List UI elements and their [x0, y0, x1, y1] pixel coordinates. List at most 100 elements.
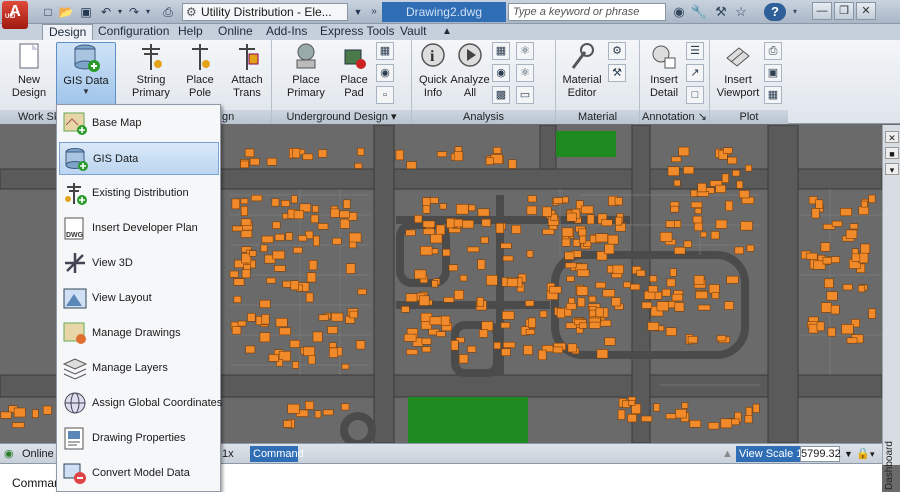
tool-small-2-icon[interactable]: ◉	[376, 64, 394, 82]
menu-item-insert-developer-plan[interactable]: DWG Insert Developer Plan	[59, 212, 219, 245]
place-pad-button[interactable]: Place Pad	[336, 42, 372, 108]
material-editor-button[interactable]: Material Editor	[560, 42, 604, 108]
plot-tool-2-icon[interactable]: ▣	[764, 64, 782, 82]
binoculars-icon[interactable]: ◉	[670, 3, 688, 21]
plot-tool-3-icon[interactable]: ▦	[764, 86, 782, 104]
palette-menu-icon[interactable]: ▾	[885, 163, 899, 175]
building	[422, 205, 431, 214]
building	[673, 220, 682, 228]
online-status[interactable]: Online	[22, 447, 54, 462]
tab-online[interactable]: Online	[212, 24, 259, 40]
dashboard-label[interactable]: Dashboard	[884, 430, 898, 490]
help-icon[interactable]: ?	[764, 3, 786, 21]
analyze-all-button[interactable]: Analyze All	[450, 42, 490, 108]
open-folder-icon[interactable]: 📂	[58, 4, 74, 20]
material-tool-2-icon[interactable]: ⚒	[608, 64, 626, 82]
chevron-down-icon: ▼	[82, 87, 90, 96]
building	[576, 269, 590, 277]
statusbar-menu-icon[interactable]: ▾	[870, 447, 875, 462]
new-design-button[interactable]: New Design	[6, 42, 52, 108]
command-tab[interactable]: Command	[250, 446, 304, 462]
menu-item-manage-layers[interactable]: Manage Layers	[59, 352, 219, 385]
building	[636, 269, 646, 277]
zoom-level[interactable]: 1x	[222, 447, 234, 462]
annotation-tool-2-icon[interactable]: ↗	[686, 64, 704, 82]
view-scale-input[interactable]: 5799.32	[800, 446, 841, 462]
building	[429, 316, 442, 326]
database-icon	[71, 43, 101, 73]
building	[820, 242, 831, 252]
minimize-icon[interactable]: —	[812, 2, 832, 20]
redo-dropdown-icon[interactable]: ▾	[140, 4, 156, 20]
save-icon[interactable]: ▣	[78, 4, 94, 20]
online-status-icon: ◉	[4, 448, 14, 460]
ribbon-minimize-icon[interactable]: ▲	[436, 24, 458, 40]
menu-item-assign-global-coordinates[interactable]: Assign Global Coordinates	[59, 387, 222, 420]
menu-item-label: Manage Drawings	[92, 327, 181, 339]
tab-add-ins[interactable]: Add-Ins	[260, 24, 313, 40]
building	[824, 278, 834, 289]
analysis-tool-1-icon[interactable]: ▦	[492, 42, 510, 60]
pin-palette-icon[interactable]: ■	[885, 147, 899, 159]
tab-help[interactable]: Help	[172, 24, 209, 40]
menu-item-view-3d[interactable]: View 3D	[59, 247, 219, 280]
plot-tool-1-icon[interactable]: ⎙	[764, 42, 782, 60]
info-icon: i	[418, 42, 448, 72]
building	[240, 198, 249, 205]
tool-small-1-icon[interactable]: ▦	[376, 42, 394, 60]
restore-icon[interactable]: ❐	[834, 2, 854, 20]
application-menu-button[interactable]: A UID	[2, 1, 28, 29]
analysis-tool-5-icon[interactable]: ⚛	[516, 64, 534, 82]
building	[280, 200, 290, 207]
material-tool-1-icon[interactable]: ⚙	[608, 42, 626, 60]
menu-item-drawing-properties[interactable]: Drawing Properties	[59, 422, 219, 455]
menu-item-view-layout[interactable]: View Layout	[59, 282, 219, 315]
help-dropdown-icon[interactable]: ▾	[786, 3, 804, 21]
menu-item-label: GIS Data	[93, 153, 139, 165]
warning-icon: ▲	[722, 448, 733, 460]
place-primary-button[interactable]: Place Primary	[286, 42, 326, 108]
wrench-icon[interactable]: 🔧	[690, 3, 708, 21]
building	[406, 161, 417, 170]
menu-item-manage-drawings[interactable]: Manage Drawings	[59, 317, 219, 350]
tab-configuration[interactable]: Configuration	[92, 24, 175, 40]
menu-item-gis-data[interactable]: GIS Data	[59, 142, 219, 175]
string-primary-button[interactable]: String Primary	[128, 42, 174, 108]
qat-overflow-icon[interactable]: »	[366, 4, 382, 20]
tab-express-tools[interactable]: Express Tools	[314, 24, 400, 40]
close-palette-icon[interactable]: ✕	[885, 131, 899, 143]
attach-trans-button[interactable]: Attach Trans	[226, 42, 268, 108]
menu-item-existing-distribution[interactable]: Existing Distribution	[59, 177, 219, 210]
search-input[interactable]: Type a keyword or phrase	[508, 3, 666, 21]
tool-small-3-icon[interactable]: ▫	[376, 86, 394, 104]
building	[232, 225, 243, 232]
insert-viewport-button[interactable]: Insert Viewport	[714, 42, 762, 108]
lock-icon[interactable]: 🔒	[856, 447, 870, 462]
analysis-tool-4-icon[interactable]: ⚛	[516, 42, 534, 60]
tab-vault[interactable]: Vault	[394, 24, 432, 40]
quick-info-button[interactable]: i Quick Info	[416, 42, 450, 108]
workspace-title[interactable]: ⚙ Utility Distribution - Ele...	[182, 3, 348, 21]
analysis-tool-6-icon[interactable]: ▭	[516, 86, 534, 104]
tools-icon[interactable]: ⚒	[712, 3, 730, 21]
building	[689, 419, 701, 428]
print-icon[interactable]: ⎙	[160, 4, 176, 20]
scale-dropdown-icon[interactable]: ▼	[844, 447, 853, 462]
analysis-tool-2-icon[interactable]: ◉	[492, 64, 510, 82]
insert-detail-button[interactable]: Insert Detail	[644, 42, 684, 108]
building	[414, 269, 427, 280]
menu-item-convert-model-data[interactable]: Convert Model Data	[59, 457, 219, 490]
new-file-icon[interactable]: □	[40, 4, 56, 20]
building	[752, 403, 760, 413]
gis-data-button[interactable]: GIS Data ▼	[56, 42, 116, 108]
annotation-tool-1-icon[interactable]: ☰	[686, 42, 704, 60]
analysis-tool-3-icon[interactable]: ▩	[492, 86, 510, 104]
annotation-tool-3-icon[interactable]: □	[686, 86, 704, 104]
star-icon[interactable]: ☆	[732, 3, 750, 21]
tab-design[interactable]: Design	[42, 24, 94, 40]
close-icon[interactable]: ✕	[856, 2, 876, 20]
workspace-dropdown-icon[interactable]: ▼	[350, 4, 366, 20]
place-pole-button[interactable]: Place Pole	[180, 42, 220, 108]
building	[708, 284, 720, 294]
menu-item-base-map[interactable]: Base Map	[59, 107, 219, 140]
